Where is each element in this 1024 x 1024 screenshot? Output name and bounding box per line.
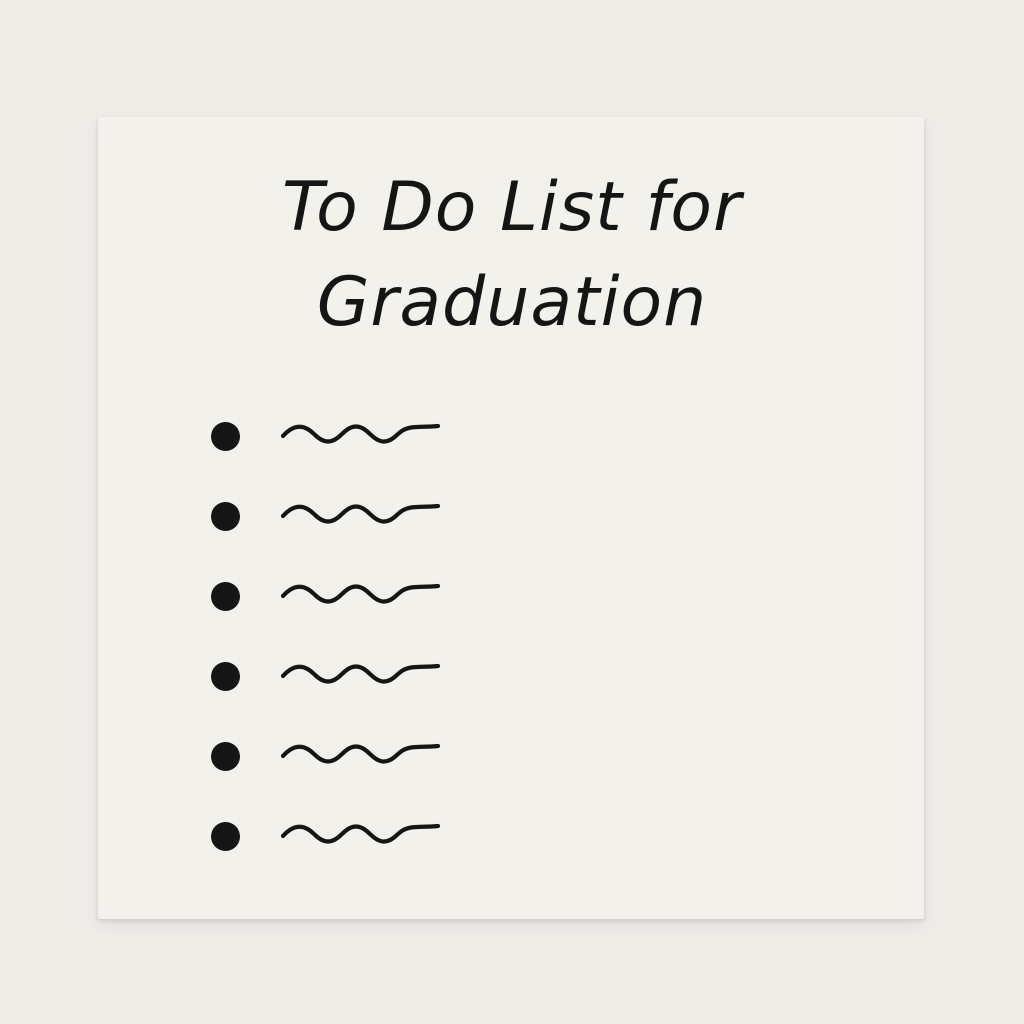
page-title: To Do List for Graduation: [0, 160, 1024, 350]
list-item: [205, 492, 465, 572]
bullet-icon: [211, 822, 240, 851]
bullet-icon: [211, 662, 240, 691]
list-item: [205, 812, 465, 892]
todo-list: [205, 412, 465, 892]
title-line-1: To Do List for: [282, 168, 742, 247]
bullet-icon: [211, 582, 240, 611]
title-line-2: Graduation: [316, 263, 708, 343]
squiggle-line-icon: [280, 663, 441, 684]
bullet-icon: [211, 502, 240, 531]
list-item: [205, 652, 465, 732]
bullet-icon: [211, 422, 240, 451]
squiggle-line-icon: [280, 583, 441, 604]
squiggle-line-icon: [280, 503, 441, 524]
bullet-icon: [211, 742, 240, 771]
list-item: [205, 572, 465, 652]
squiggle-line-icon: [280, 743, 441, 764]
list-item: [205, 412, 465, 492]
list-item: [205, 732, 465, 812]
squiggle-line-icon: [280, 823, 441, 844]
squiggle-line-icon: [280, 423, 441, 444]
